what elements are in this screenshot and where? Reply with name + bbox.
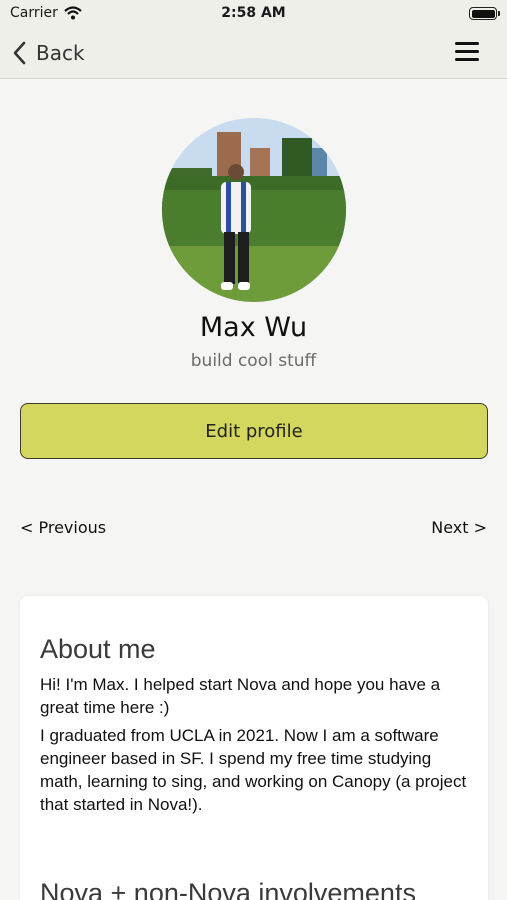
- about-paragraph: Hi! I'm Max. I helped start Nova and hop…: [40, 675, 441, 717]
- nav-bar: Back: [0, 28, 507, 79]
- back-button[interactable]: Back: [12, 38, 85, 68]
- edit-profile-button[interactable]: Edit profile: [20, 403, 488, 459]
- profile-tagline: build cool stuff: [190, 351, 317, 371]
- involvements-title: Nova + non-Nova involvements: [40, 878, 416, 900]
- back-label: Back: [36, 41, 85, 65]
- hamburger-menu-icon[interactable]: [455, 42, 479, 62]
- profile-photo: [162, 118, 346, 302]
- previous-link[interactable]: < Previous: [20, 518, 106, 537]
- edit-profile-label: Edit profile: [205, 420, 303, 442]
- chevron-left-icon: [13, 41, 26, 65]
- avatar: [162, 118, 346, 302]
- next-link[interactable]: Next >: [431, 518, 487, 537]
- profile-name: Max Wu: [199, 312, 308, 343]
- about-card: About me Hi! I'm Max. I helped start Nov…: [20, 596, 488, 900]
- about-paragraph: I graduated from UCLA in 2021. Now I am …: [40, 726, 467, 814]
- status-time: 2:58 AM: [221, 5, 286, 21]
- status-bar: Carrier 2:58 AM: [0, 0, 507, 28]
- about-title: About me: [40, 634, 156, 664]
- battery-icon: [469, 7, 500, 20]
